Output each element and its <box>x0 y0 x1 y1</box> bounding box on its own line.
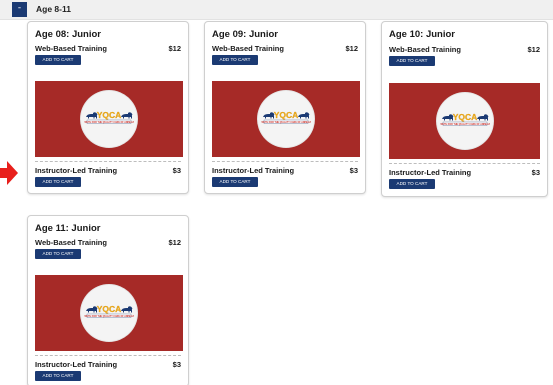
divider <box>35 355 181 356</box>
product-card-age-10: Age 10: Junior Web-Based Training $12 AD… <box>381 21 548 197</box>
course-banner-image <box>389 83 540 159</box>
web-training-label: Web-Based Training <box>35 238 107 247</box>
instructor-training-price: $3 <box>349 166 358 175</box>
logo-circle <box>436 93 493 149</box>
yqca-logo <box>440 108 490 132</box>
instructor-training-label: Instructor-Led Training <box>35 360 118 369</box>
logo-circle <box>81 285 137 341</box>
card-title: Age 10: Junior <box>389 29 455 40</box>
logo-circle <box>81 91 137 147</box>
web-training-add-to-cart-button[interactable]: ADD TO CART <box>212 55 258 65</box>
divider <box>389 163 540 164</box>
product-card-age-08: Age 08: Junior Web-Based Training $12 AD… <box>27 21 189 194</box>
yqca-logo <box>84 300 134 324</box>
pointer-arrow-icon <box>0 161 18 185</box>
web-training-price: $12 <box>168 238 181 247</box>
web-training-label: Web-Based Training <box>389 45 461 54</box>
web-training-price: $12 <box>345 44 358 53</box>
yqca-logo <box>84 106 134 130</box>
instructor-training-add-to-cart-button[interactable]: ADD TO CART <box>35 177 81 187</box>
course-banner-image <box>35 81 183 157</box>
instructor-training-add-to-cart-button[interactable]: ADD TO CART <box>35 371 81 381</box>
logo-circle <box>258 91 314 147</box>
instructor-training-price: $3 <box>172 166 181 175</box>
web-training-label: Web-Based Training <box>35 44 107 53</box>
instructor-training-price: $3 <box>531 168 540 177</box>
product-card-age-09: Age 09: Junior Web-Based Training $12 AD… <box>204 21 366 194</box>
instructor-training-label: Instructor-Led Training <box>212 166 295 175</box>
web-training-label: Web-Based Training <box>212 44 284 53</box>
section-header[interactable]: - Age 8-11 <box>0 0 553 20</box>
instructor-training-label: Instructor-Led Training <box>389 168 472 177</box>
instructor-training-label: Instructor-Led Training <box>35 166 118 175</box>
instructor-training-add-to-cart-button[interactable]: ADD TO CART <box>212 177 258 187</box>
instructor-training-price: $3 <box>172 360 181 369</box>
web-training-add-to-cart-button[interactable]: ADD TO CART <box>35 249 81 259</box>
course-banner-image <box>212 81 360 157</box>
card-title: Age 11: Junior <box>35 223 101 234</box>
web-training-add-to-cart-button[interactable]: ADD TO CART <box>389 56 435 66</box>
card-title: Age 08: Junior <box>35 29 101 40</box>
card-title: Age 09: Junior <box>212 29 278 40</box>
instructor-training-add-to-cart-button[interactable]: ADD TO CART <box>389 179 435 189</box>
collapse-toggle-button[interactable]: - <box>12 2 27 17</box>
web-training-add-to-cart-button[interactable]: ADD TO CART <box>35 55 81 65</box>
web-training-price: $12 <box>527 45 540 54</box>
web-training-price: $12 <box>168 44 181 53</box>
yqca-logo <box>261 106 311 130</box>
divider <box>35 161 181 162</box>
divider <box>212 161 358 162</box>
course-banner-image <box>35 275 183 351</box>
product-card-age-11: Age 11: Junior Web-Based Training $12 AD… <box>27 215 189 385</box>
section-title: Age 8-11 <box>36 4 71 14</box>
